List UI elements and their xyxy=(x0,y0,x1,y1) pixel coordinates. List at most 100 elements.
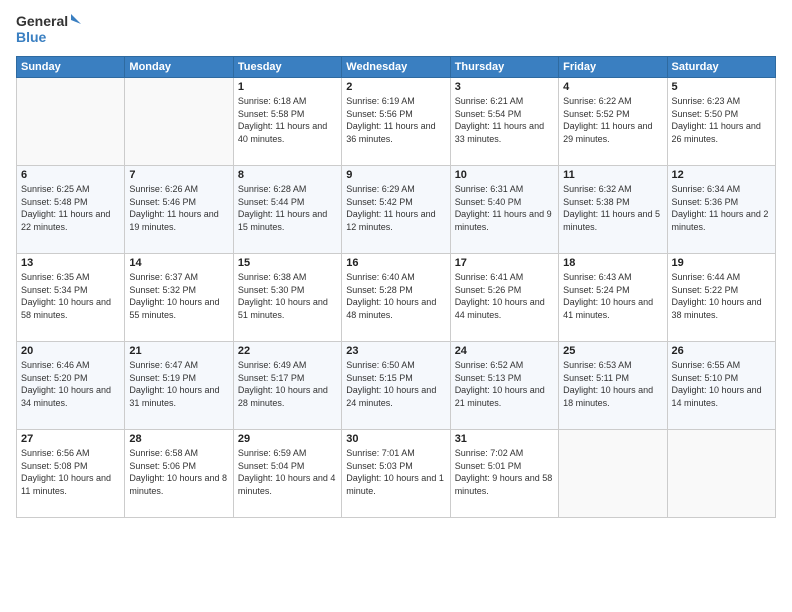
day-number: 11 xyxy=(563,169,662,181)
day-number: 22 xyxy=(238,345,337,357)
calendar-cell: 25 Sunrise: 6:53 AM Sunset: 5:11 PM Dayli… xyxy=(559,342,667,430)
svg-text:Blue: Blue xyxy=(16,29,47,45)
day-number: 24 xyxy=(455,345,554,357)
day-info: Sunrise: 6:19 AM Sunset: 5:56 PM Dayligh… xyxy=(346,95,445,145)
day-info: Sunrise: 6:56 AM Sunset: 5:08 PM Dayligh… xyxy=(21,447,120,497)
day-info: Sunrise: 6:29 AM Sunset: 5:42 PM Dayligh… xyxy=(346,183,445,233)
calendar-cell: 7 Sunrise: 6:26 AM Sunset: 5:46 PM Daylig… xyxy=(125,166,233,254)
calendar-cell: 13 Sunrise: 6:35 AM Sunset: 5:34 PM Dayli… xyxy=(17,254,125,342)
day-info: Sunrise: 6:21 AM Sunset: 5:54 PM Dayligh… xyxy=(455,95,554,145)
calendar-cell: 4Sunrise: 6:22 AM Sunset: 5:52 PM Daylig… xyxy=(559,78,667,166)
calendar-cell: 30Sunrise: 7:01 AM Sunset: 5:03 PM Dayli… xyxy=(342,430,450,518)
calendar-cell: 12Sunrise: 6:34 AM Sunset: 5:36 PM Dayli… xyxy=(667,166,775,254)
day-info: Sunrise: 7:02 AM Sunset: 5:01 PM Dayligh… xyxy=(455,447,554,497)
day-number: 8 xyxy=(238,169,337,181)
day-info: Sunrise: 6:44 AM Sunset: 5:22 PM Dayligh… xyxy=(672,271,771,321)
day-number: 25 xyxy=(563,345,662,357)
calendar-week-1: 1 Sunrise: 6:18 AM Sunset: 5:58 PM Daylig… xyxy=(17,78,776,166)
calendar-cell: 10 Sunrise: 6:31 AM Sunset: 5:40 PM Dayli… xyxy=(450,166,558,254)
calendar-cell: 26 Sunrise: 6:55 AM Sunset: 5:10 PM Dayli… xyxy=(667,342,775,430)
day-info: Sunrise: 6:55 AM Sunset: 5:10 PM Dayligh… xyxy=(672,359,771,409)
day-info: Sunrise: 6:18 AM Sunset: 5:58 PM Dayligh… xyxy=(238,95,337,145)
calendar-cell: 21 Sunrise: 6:47 AM Sunset: 5:19 PM Dayli… xyxy=(125,342,233,430)
calendar-cell: 23 Sunrise: 6:50 AM Sunset: 5:15 PM Dayli… xyxy=(342,342,450,430)
calendar-cell: 8Sunrise: 6:28 AM Sunset: 5:44 PM Daylig… xyxy=(233,166,341,254)
calendar-cell: 6Sunrise: 6:25 AM Sunset: 5:48 PM Daylig… xyxy=(17,166,125,254)
day-info: Sunrise: 7:01 AM Sunset: 5:03 PM Dayligh… xyxy=(346,447,445,497)
col-header-saturday: Saturday xyxy=(667,57,775,78)
day-number: 20 xyxy=(21,345,120,357)
day-info: Sunrise: 6:38 AM Sunset: 5:30 PM Dayligh… xyxy=(238,271,337,321)
day-info: Sunrise: 6:22 AM Sunset: 5:52 PM Dayligh… xyxy=(563,95,662,145)
day-info: Sunrise: 6:35 AM Sunset: 5:34 PM Dayligh… xyxy=(21,271,120,321)
day-number: 3 xyxy=(455,81,554,93)
day-number: 12 xyxy=(672,169,771,181)
day-info: Sunrise: 6:58 AM Sunset: 5:06 PM Dayligh… xyxy=(129,447,228,497)
day-number: 7 xyxy=(129,169,228,181)
day-number: 6 xyxy=(21,169,120,181)
day-info: Sunrise: 6:52 AM Sunset: 5:13 PM Dayligh… xyxy=(455,359,554,409)
calendar-cell: 31Sunrise: 7:02 AM Sunset: 5:01 PM Dayli… xyxy=(450,430,558,518)
day-number: 21 xyxy=(129,345,228,357)
day-info: Sunrise: 6:37 AM Sunset: 5:32 PM Dayligh… xyxy=(129,271,228,321)
day-info: Sunrise: 6:46 AM Sunset: 5:20 PM Dayligh… xyxy=(21,359,120,409)
day-number: 27 xyxy=(21,433,120,445)
calendar-week-3: 13 Sunrise: 6:35 AM Sunset: 5:34 PM Dayli… xyxy=(17,254,776,342)
calendar-cell: 1 Sunrise: 6:18 AM Sunset: 5:58 PM Daylig… xyxy=(233,78,341,166)
day-info: Sunrise: 6:32 AM Sunset: 5:38 PM Dayligh… xyxy=(563,183,662,233)
calendar-cell xyxy=(125,78,233,166)
day-info: Sunrise: 6:26 AM Sunset: 5:46 PM Dayligh… xyxy=(129,183,228,233)
day-number: 26 xyxy=(672,345,771,357)
calendar-cell: 9 Sunrise: 6:29 AM Sunset: 5:42 PM Daylig… xyxy=(342,166,450,254)
calendar-week-4: 20 Sunrise: 6:46 AM Sunset: 5:20 PM Dayli… xyxy=(17,342,776,430)
day-number: 23 xyxy=(346,345,445,357)
day-number: 19 xyxy=(672,257,771,269)
day-number: 15 xyxy=(238,257,337,269)
day-number: 18 xyxy=(563,257,662,269)
calendar-cell: 19 Sunrise: 6:44 AM Sunset: 5:22 PM Dayli… xyxy=(667,254,775,342)
calendar-cell: 14 Sunrise: 6:37 AM Sunset: 5:32 PM Dayli… xyxy=(125,254,233,342)
day-number: 16 xyxy=(346,257,445,269)
day-number: 5 xyxy=(672,81,771,93)
calendar-cell: 27 Sunrise: 6:56 AM Sunset: 5:08 PM Dayli… xyxy=(17,430,125,518)
calendar-header-row: SundayMondayTuesdayWednesdayThursdayFrid… xyxy=(17,57,776,78)
logo-svg: GeneralBlue xyxy=(16,10,86,48)
day-number: 17 xyxy=(455,257,554,269)
day-info: Sunrise: 6:40 AM Sunset: 5:28 PM Dayligh… xyxy=(346,271,445,321)
calendar-cell: 5Sunrise: 6:23 AM Sunset: 5:50 PM Daylig… xyxy=(667,78,775,166)
day-info: Sunrise: 6:47 AM Sunset: 5:19 PM Dayligh… xyxy=(129,359,228,409)
day-number: 14 xyxy=(129,257,228,269)
day-number: 9 xyxy=(346,169,445,181)
calendar-table: SundayMondayTuesdayWednesdayThursdayFrid… xyxy=(16,56,776,518)
calendar-cell: 22Sunrise: 6:49 AM Sunset: 5:17 PM Dayli… xyxy=(233,342,341,430)
day-info: Sunrise: 6:31 AM Sunset: 5:40 PM Dayligh… xyxy=(455,183,554,233)
day-info: Sunrise: 6:50 AM Sunset: 5:15 PM Dayligh… xyxy=(346,359,445,409)
col-header-monday: Monday xyxy=(125,57,233,78)
calendar-cell: 18 Sunrise: 6:43 AM Sunset: 5:24 PM Dayli… xyxy=(559,254,667,342)
day-number: 13 xyxy=(21,257,120,269)
calendar-cell: 3 Sunrise: 6:21 AM Sunset: 5:54 PM Daylig… xyxy=(450,78,558,166)
calendar-cell: 20 Sunrise: 6:46 AM Sunset: 5:20 PM Dayli… xyxy=(17,342,125,430)
page: GeneralBlue SundayMondayTuesdayWednesday… xyxy=(0,0,792,612)
col-header-sunday: Sunday xyxy=(17,57,125,78)
day-number: 10 xyxy=(455,169,554,181)
day-number: 28 xyxy=(129,433,228,445)
calendar-week-5: 27 Sunrise: 6:56 AM Sunset: 5:08 PM Dayli… xyxy=(17,430,776,518)
calendar-cell xyxy=(559,430,667,518)
calendar-cell: 11 Sunrise: 6:32 AM Sunset: 5:38 PM Dayli… xyxy=(559,166,667,254)
header: GeneralBlue xyxy=(16,10,776,48)
logo: GeneralBlue xyxy=(16,10,86,48)
calendar-cell xyxy=(17,78,125,166)
day-info: Sunrise: 6:43 AM Sunset: 5:24 PM Dayligh… xyxy=(563,271,662,321)
calendar-cell: 17Sunrise: 6:41 AM Sunset: 5:26 PM Dayli… xyxy=(450,254,558,342)
calendar-cell: 16 Sunrise: 6:40 AM Sunset: 5:28 PM Dayli… xyxy=(342,254,450,342)
day-number: 29 xyxy=(238,433,337,445)
calendar-cell: 28 Sunrise: 6:58 AM Sunset: 5:06 PM Dayli… xyxy=(125,430,233,518)
calendar-cell: 2 Sunrise: 6:19 AM Sunset: 5:56 PM Daylig… xyxy=(342,78,450,166)
day-info: Sunrise: 6:53 AM Sunset: 5:11 PM Dayligh… xyxy=(563,359,662,409)
calendar-cell: 29 Sunrise: 6:59 AM Sunset: 5:04 PM Dayli… xyxy=(233,430,341,518)
day-number: 1 xyxy=(238,81,337,93)
day-info: Sunrise: 6:59 AM Sunset: 5:04 PM Dayligh… xyxy=(238,447,337,497)
day-number: 2 xyxy=(346,81,445,93)
calendar-cell: 24 Sunrise: 6:52 AM Sunset: 5:13 PM Dayli… xyxy=(450,342,558,430)
